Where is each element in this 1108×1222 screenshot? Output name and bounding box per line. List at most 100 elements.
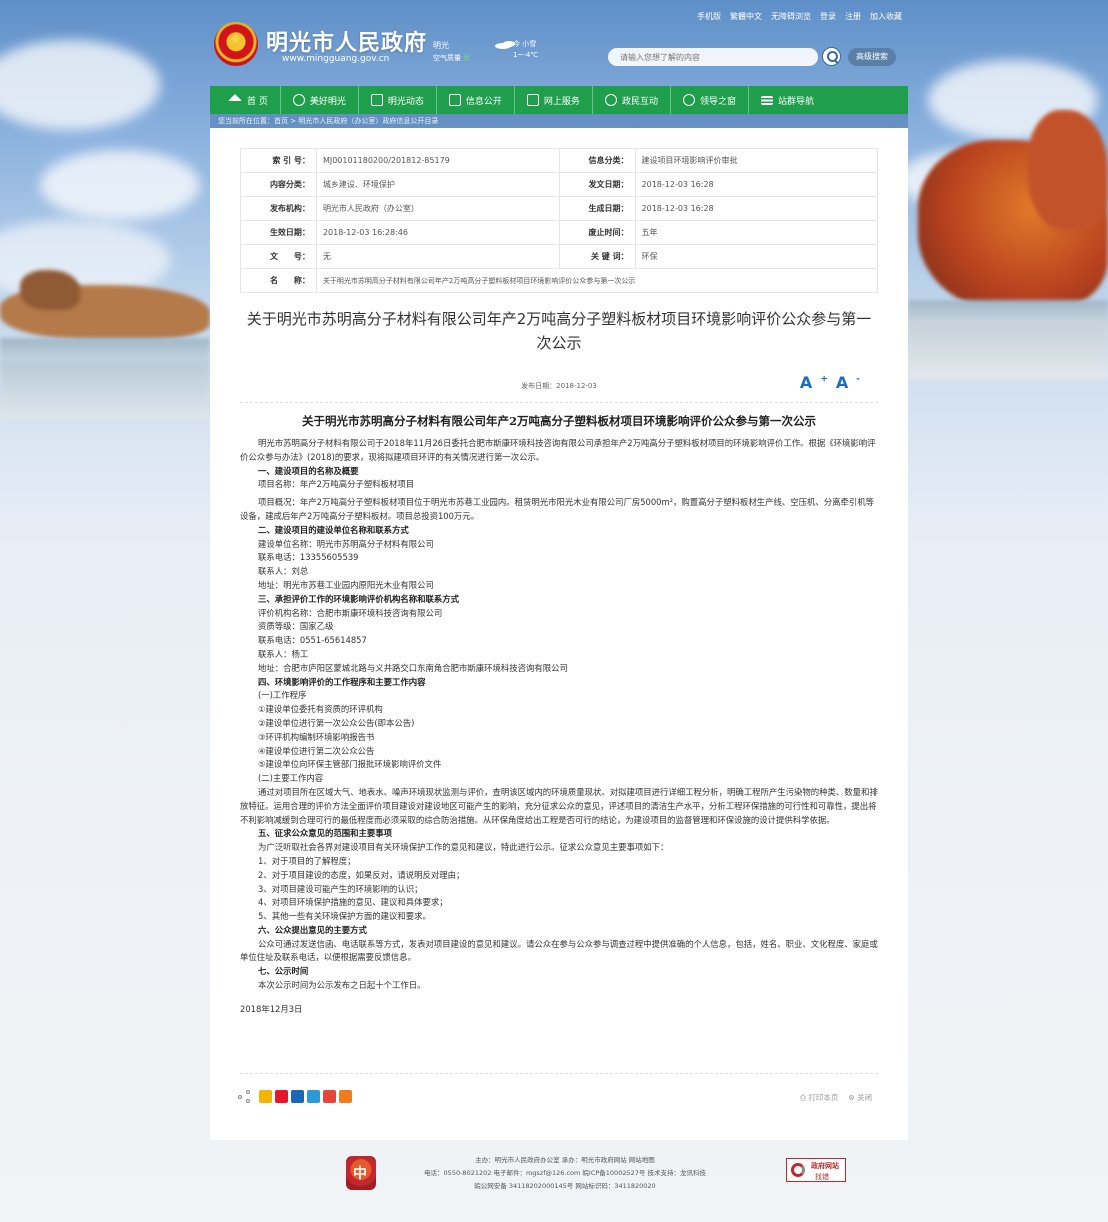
article-title: 关于明光市苏明高分子材料有限公司年产2万吨高分子塑料板材项目环境影响评价公众参与… bbox=[302, 414, 816, 428]
national-emblem-icon[interactable] bbox=[214, 22, 258, 66]
site-header: 手机版 繁體中文 无障碍浏览 登录 注册 加入收藏 明光市人民政府 www.mi… bbox=[210, 0, 908, 86]
meta-key: 发布机构： bbox=[240, 196, 317, 221]
top-link-mobile[interactable]: 手机版 bbox=[697, 11, 721, 22]
meta-value: MJ00101180200/201812-85179 bbox=[315, 148, 560, 173]
paragraph: 联系电话：13355605539 bbox=[258, 552, 359, 563]
paragraph: 项目概况：年产2万吨高分子塑料板材项目位于明光市苏巷工业园内。租赁明光市阳光木业… bbox=[240, 497, 875, 521]
air-quality-value: 优 bbox=[463, 54, 471, 62]
paragraph: 4、对项目环境保护措施的意见、建议和具体要求； bbox=[258, 897, 448, 908]
nav-item-interaction[interactable]: 政民互动 bbox=[593, 86, 671, 114]
advanced-search-button[interactable]: 高级搜索 bbox=[848, 48, 896, 66]
content-card: 索 引 号： MJ00101180200/201812-85179 信息分类： … bbox=[210, 128, 908, 1140]
paragraph: 项目名称：年产2万吨高分子塑料板材项目 bbox=[258, 479, 415, 490]
top-link-favorite[interactable]: 加入收藏 bbox=[870, 11, 902, 22]
nav-item-news[interactable]: 明光动态 bbox=[359, 86, 437, 114]
nav-item-label: 政民互动 bbox=[621, 96, 658, 107]
badge-title: 政府网站 bbox=[811, 1162, 839, 1170]
air-quality: 空气质量 优 bbox=[433, 52, 470, 64]
weather-city: 明光 空气质量 优 bbox=[433, 40, 470, 64]
main-nav: 首 页 美好明光 明光动态 信息公开 网上服务 政民互动 领导之窗 站群导航 bbox=[210, 86, 908, 114]
breadcrumb[interactable]: 您当前所在位置：首页 > 明光市人民政府（办公室）政府信息公开目录 bbox=[210, 114, 908, 128]
font-smaller-button[interactable]: A- bbox=[836, 373, 868, 392]
nav-item-info-disclosure[interactable]: 信息公开 bbox=[437, 86, 515, 114]
site-title[interactable]: 明光市人民政府 bbox=[266, 25, 427, 57]
share-icon[interactable] bbox=[238, 1090, 252, 1103]
meta-value: 关于明光市苏明高分子材料有限公司年产2万吨高分子塑料板材项目环境影响评价公众参与… bbox=[315, 268, 879, 293]
meta-key: 关 键 词： bbox=[558, 244, 636, 269]
top-link-login[interactable]: 登录 bbox=[820, 11, 836, 22]
paragraph: ④建设单位进行第二次公众公告 bbox=[258, 745, 375, 756]
font-size-controls: A+A- bbox=[800, 373, 868, 392]
nav-item-leaders[interactable]: 领导之窗 bbox=[671, 86, 749, 114]
home-icon bbox=[228, 93, 242, 101]
search-input[interactable] bbox=[608, 48, 818, 66]
badge-subtitle: 找错 bbox=[815, 1173, 829, 1181]
landscape-icon bbox=[292, 94, 305, 106]
print-button[interactable]: ⎙ 打印本页 bbox=[800, 1092, 838, 1103]
weather-text: 今 小雪 bbox=[513, 40, 537, 48]
section-heading: 五、征求公众意见的范围和主要事项 bbox=[258, 828, 392, 839]
meta-key: 废止时间： bbox=[558, 220, 636, 245]
section-heading: 四、环境影响评价的工作程序和主要工作内容 bbox=[258, 676, 426, 687]
paragraph: ②建设单位进行第一次公众公告(即本公告) bbox=[258, 717, 415, 728]
print-label: 打印本页 bbox=[808, 1093, 839, 1102]
nav-item-label: 美好明光 bbox=[309, 96, 346, 107]
publish-date: 发布日期：2018-12-03 bbox=[521, 382, 597, 390]
page-tools: ⎙ 打印本页 ⊗ 关闭 bbox=[800, 1092, 872, 1103]
weibo-share-icon[interactable] bbox=[275, 1090, 288, 1103]
meta-key: 索 引 号： bbox=[240, 148, 317, 173]
monitor-icon bbox=[526, 94, 539, 106]
table-row: 生效日期： 2018-12-03 16:28:46 废止时间： 五年 bbox=[240, 220, 879, 245]
section-heading: 七、公示时间 bbox=[258, 966, 309, 977]
top-link-accessibility[interactable]: 无障碍浏览 bbox=[771, 11, 811, 22]
nav-item-home[interactable]: 首 页 bbox=[216, 86, 281, 114]
chat-icon bbox=[604, 94, 617, 106]
nav-item-site-group[interactable]: 站群导航 bbox=[749, 86, 826, 114]
wechat-share-icon[interactable] bbox=[323, 1090, 336, 1103]
close-button[interactable]: ⊗ 关闭 bbox=[848, 1092, 872, 1103]
paragraph: 评价机构名称：合肥市斯康环境科技咨询有限公司 bbox=[258, 607, 443, 618]
tencent-weibo-share-icon[interactable] bbox=[307, 1090, 320, 1103]
font-larger-button[interactable]: A+ bbox=[800, 373, 836, 392]
paragraph: 3、对项目建设可能产生的环境影响的认识； bbox=[258, 883, 423, 894]
background-scenery-left bbox=[0, 0, 210, 1222]
meta-value: 2018-12-03 16:28:46 bbox=[315, 220, 560, 245]
nav-item-label: 信息公开 bbox=[465, 96, 502, 107]
person-icon bbox=[682, 94, 695, 106]
paragraph: 为广泛听取社会各界对建设项目有关环境保护工作的意见和建议，特此进行公示。征求公众… bbox=[258, 842, 669, 853]
gov-site-error-report-badge[interactable]: 政府网站 找错 bbox=[786, 1158, 846, 1182]
more-share-icon[interactable] bbox=[339, 1090, 352, 1103]
share-bar bbox=[238, 1090, 352, 1103]
footer-line: 主办：明光市人民政府办公室 承办：明光市政府网站 网站地图 bbox=[475, 1156, 655, 1164]
meta-value: 城乡建设、环境保护 bbox=[315, 172, 560, 197]
nav-item-online-service[interactable]: 网上服务 bbox=[515, 86, 593, 114]
top-link-register[interactable]: 注册 bbox=[845, 11, 861, 22]
table-row: 内容分类： 城乡建设、环境保护 发文日期： 2018-12-03 16:28 bbox=[240, 172, 879, 197]
renren-share-icon[interactable] bbox=[291, 1090, 304, 1103]
top-links: 手机版 繁體中文 无障碍浏览 登录 注册 加入收藏 bbox=[697, 11, 902, 22]
nav-item-label: 网上服务 bbox=[543, 96, 580, 107]
menu-icon bbox=[760, 95, 773, 105]
nav-item-beautiful-mingguang[interactable]: 美好明光 bbox=[281, 86, 359, 114]
top-link-traditional[interactable]: 繁體中文 bbox=[730, 11, 762, 22]
meta-key: 信息分类： bbox=[558, 148, 636, 173]
nav-item-label: 领导之窗 bbox=[699, 96, 736, 107]
qzone-share-icon[interactable] bbox=[259, 1090, 272, 1103]
nav-item-label: 站群导航 bbox=[777, 96, 814, 107]
table-row: 文 号： 无 关 键 词： 环保 bbox=[240, 244, 879, 269]
article-body: 关于明光市苏明高分子材料有限公司年产2万吨高分子塑料板材项目环境影响评价公众参与… bbox=[240, 413, 878, 1017]
article-date: 2018年12月3日 bbox=[240, 1003, 303, 1014]
close-label: 关闭 bbox=[857, 1093, 872, 1102]
meta-key: 发文日期： bbox=[558, 172, 636, 197]
news-icon bbox=[370, 94, 383, 106]
footer-line: 电话：0550-8021202 电子邮件：mgszf@126.com 皖ICP备… bbox=[424, 1169, 706, 1177]
meta-key: 内容分类： bbox=[240, 172, 317, 197]
meta-value: 建设项目环境影响评价审批 bbox=[634, 148, 879, 173]
table-row: 索 引 号： MJ00101180200/201812-85179 信息分类： … bbox=[240, 148, 879, 173]
magnifier-icon bbox=[791, 1163, 805, 1177]
search-icon[interactable] bbox=[822, 47, 841, 66]
paragraph: 资质等级：国家乙级 bbox=[258, 621, 334, 632]
site-footer: 主办：明光市人民政府办公室 承办：明光市政府网站 网站地图 电话：0550-80… bbox=[210, 1154, 908, 1214]
party-gov-logo-icon[interactable] bbox=[346, 1156, 376, 1190]
font-larger-label: A bbox=[799, 373, 821, 392]
